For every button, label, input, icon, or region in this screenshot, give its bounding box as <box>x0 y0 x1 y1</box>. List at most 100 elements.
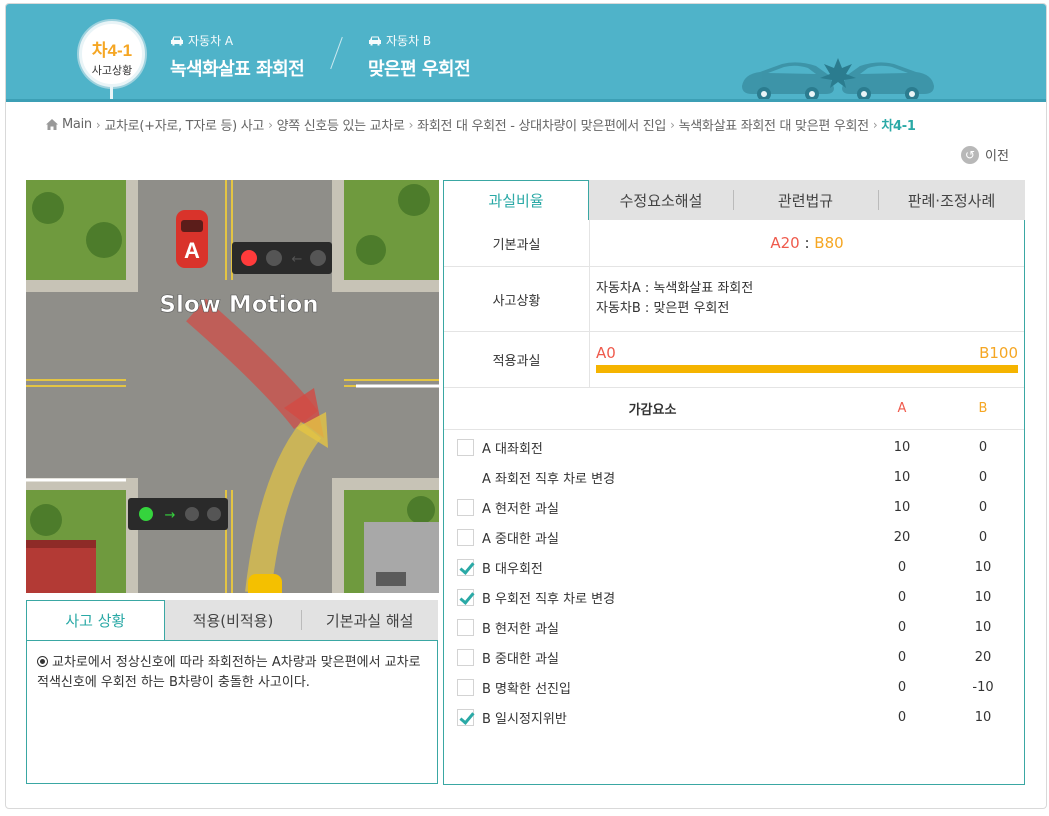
factor-checkbox-placeholder <box>457 469 474 486</box>
car-a: A <box>176 210 208 268</box>
factor-row: A 좌회전 직후 차로 변경 10 0 <box>444 462 1024 492</box>
factor-a-value: 0 <box>897 589 907 605</box>
factor-b-value: 0 <box>978 469 988 485</box>
breadcrumb-item[interactable]: 좌회전 대 우회전 - 상대차량이 맞은편에서 진입 <box>417 115 666 134</box>
traffic-light-top: ← <box>232 242 332 274</box>
vehicle-b-value: 맞은편 우회전 <box>368 59 471 80</box>
factor-b-value: 0 <box>978 529 988 545</box>
factor-checkbox[interactable] <box>457 648 474 666</box>
tab-related-law[interactable]: 관련법규 <box>733 180 878 220</box>
applied-fault-bar <box>596 365 1018 373</box>
situation-row: 사고상황 자동차A : 녹색화살표 좌회전 자동차B : 맞은편 우회전 <box>444 267 1024 332</box>
factor-row: B 중대한 과실 0 20 <box>444 642 1024 672</box>
breadcrumb-item[interactable]: 교차로(+자로, T자로 등) 사고 <box>104 115 264 134</box>
factor-b-value: 10 <box>974 619 992 635</box>
factor-checkbox[interactable] <box>457 588 474 606</box>
vehicle-b-info: 자동차 B 맞은편 우회전 <box>368 32 471 81</box>
factor-name: B 우회전 직후 차로 변경 <box>482 591 616 607</box>
factor-b-value: 10 <box>974 589 992 605</box>
factor-row: B 우회전 직후 차로 변경 0 10 <box>444 582 1024 612</box>
factor-row: B 현저한 과실 0 10 <box>444 612 1024 642</box>
factor-b-value: 10 <box>974 559 992 575</box>
prev-label: 이전 <box>985 149 1009 164</box>
factors-header-name: 가감요소 <box>628 403 677 418</box>
factor-b-value: -10 <box>972 679 994 695</box>
factor-name: A 좌회전 직후 차로 변경 <box>482 471 616 487</box>
factor-name: B 명확한 선진입 <box>482 681 571 697</box>
basic-fault-row: 기본과실 A20 : B80 <box>444 220 1024 267</box>
chevron-right-icon: › <box>408 117 414 132</box>
factor-b-value: 20 <box>974 649 992 665</box>
factor-row: B 명확한 선진입 0 -10 <box>444 672 1024 702</box>
car-icon <box>171 36 183 46</box>
case-badge: 차4-1 사고상황 <box>79 21 145 87</box>
situation-line-b: 자동차B : 맞은편 우회전 <box>596 301 730 316</box>
factor-checkbox[interactable] <box>457 708 474 726</box>
fault-ratio-content: 기본과실 A20 : B80 사고상황 자동차A : 녹색화살표 좌회전 자동차… <box>443 220 1025 785</box>
breadcrumb-item[interactable]: 녹색화살표 좌회전 대 맞은편 우회전 <box>679 115 870 134</box>
accident-description: 교차로에서 정상신호에 따라 좌회전하는 A차량과 맞은편에서 교차로 적색신호… <box>26 640 438 784</box>
breadcrumb-current: 차4-1 <box>881 119 916 134</box>
chevron-right-icon: › <box>95 117 101 132</box>
factor-name: B 중대한 과실 <box>482 651 559 667</box>
traffic-light-bottom: → <box>128 498 228 530</box>
applied-fault-label: 적용과실 <box>444 332 590 387</box>
header-banner: 차4-1 사고상황 자동차 A 녹색화살표 좌회전 자동차 B 맞은편 우회전 <box>6 4 1046 102</box>
factor-checkbox[interactable] <box>457 558 474 576</box>
factor-a-value: 10 <box>893 469 911 485</box>
situation-label: 사고상황 <box>444 267 590 331</box>
car-icon <box>369 36 381 46</box>
vehicle-a-info: 자동차 A 녹색화살표 좌회전 <box>170 32 305 81</box>
factor-row: B 대우회전 0 10 <box>444 552 1024 582</box>
factor-a-value: 0 <box>897 619 907 635</box>
factor-row: A 대좌회전 10 0 <box>444 432 1024 462</box>
breadcrumb-item[interactable]: 양쪽 신호등 있는 교차로 <box>277 115 405 134</box>
tab-basic-fault-explanation[interactable]: 기본과실 해설 <box>301 600 438 640</box>
case-code: 차4-1 <box>91 41 133 60</box>
svg-text:→: → <box>165 508 176 523</box>
factor-row: B 일시정지위반 0 10 <box>444 702 1024 732</box>
factor-a-value: 0 <box>897 559 907 575</box>
breadcrumb: Main › 교차로(+자로, T자로 등) 사고 › 양쪽 신호등 있는 교차… <box>46 115 916 134</box>
car-b <box>248 574 282 593</box>
situation-line-a: 자동차A : 녹색화살표 좌회전 <box>596 281 754 296</box>
factor-checkbox[interactable] <box>457 678 474 696</box>
prev-button[interactable]: ↺ 이전 <box>961 145 1009 164</box>
basic-fault-a: A20 <box>770 234 800 252</box>
tab-accident-situation[interactable]: 사고 상황 <box>26 600 165 640</box>
factor-checkbox[interactable] <box>457 498 474 516</box>
factors-list: A 대좌회전 10 0 A 좌회전 직후 차로 변경 10 0 A 현저한 과실 10 0 A 중… <box>444 430 1024 732</box>
factor-checkbox[interactable] <box>457 618 474 636</box>
factor-checkbox[interactable] <box>457 438 474 456</box>
bullet-icon <box>37 656 48 667</box>
header-divider <box>330 36 343 70</box>
header-bottom-strip <box>6 99 1046 102</box>
factor-checkbox[interactable] <box>457 528 474 546</box>
vehicle-b-label: 자동차 B <box>386 34 432 48</box>
situation-value: 자동차A : 녹색화살표 좌회전 자동차B : 맞은편 우회전 <box>590 267 1024 331</box>
factor-a-value: 10 <box>893 439 911 455</box>
accident-scene-illustration[interactable]: A ← → Slow Motion <box>26 180 439 593</box>
factor-a-value: 10 <box>893 499 911 515</box>
factor-name: B 일시정지위반 <box>482 711 567 727</box>
basic-fault-b: B80 <box>814 234 844 252</box>
tab-fault-ratio[interactable]: 과실비율 <box>443 180 589 220</box>
tab-precedents[interactable]: 판례·조정사례 <box>878 180 1025 220</box>
factors-header-b: B <box>978 401 988 416</box>
fault-ratio-panel: 과실비율 수정요소해설 관련법규 판례·조정사례 기본과실 A20 : B80 … <box>443 180 1025 785</box>
breadcrumb-main[interactable]: Main <box>62 117 92 132</box>
home-icon[interactable] <box>46 119 58 130</box>
applied-fault-value: A0 B100 <box>590 332 1024 387</box>
tab-modifier-explanation[interactable]: 수정요소해설 <box>589 180 733 220</box>
svg-text:←: ← <box>292 252 303 267</box>
slow-motion-label: Slow Motion <box>159 292 318 318</box>
factor-name: A 현저한 과실 <box>482 501 559 517</box>
factor-row: A 현저한 과실 10 0 <box>444 492 1024 522</box>
chevron-right-icon: › <box>872 117 878 132</box>
chevron-right-icon: › <box>268 117 273 132</box>
tab-application[interactable]: 적용(비적용) <box>165 600 302 640</box>
car-crash-icon <box>742 58 934 101</box>
right-tab-bar: 과실비율 수정요소해설 관련법규 판례·조정사례 <box>443 180 1025 220</box>
basic-fault-value: A20 : B80 <box>590 220 1024 266</box>
applied-fault-a: A0 <box>596 344 616 362</box>
